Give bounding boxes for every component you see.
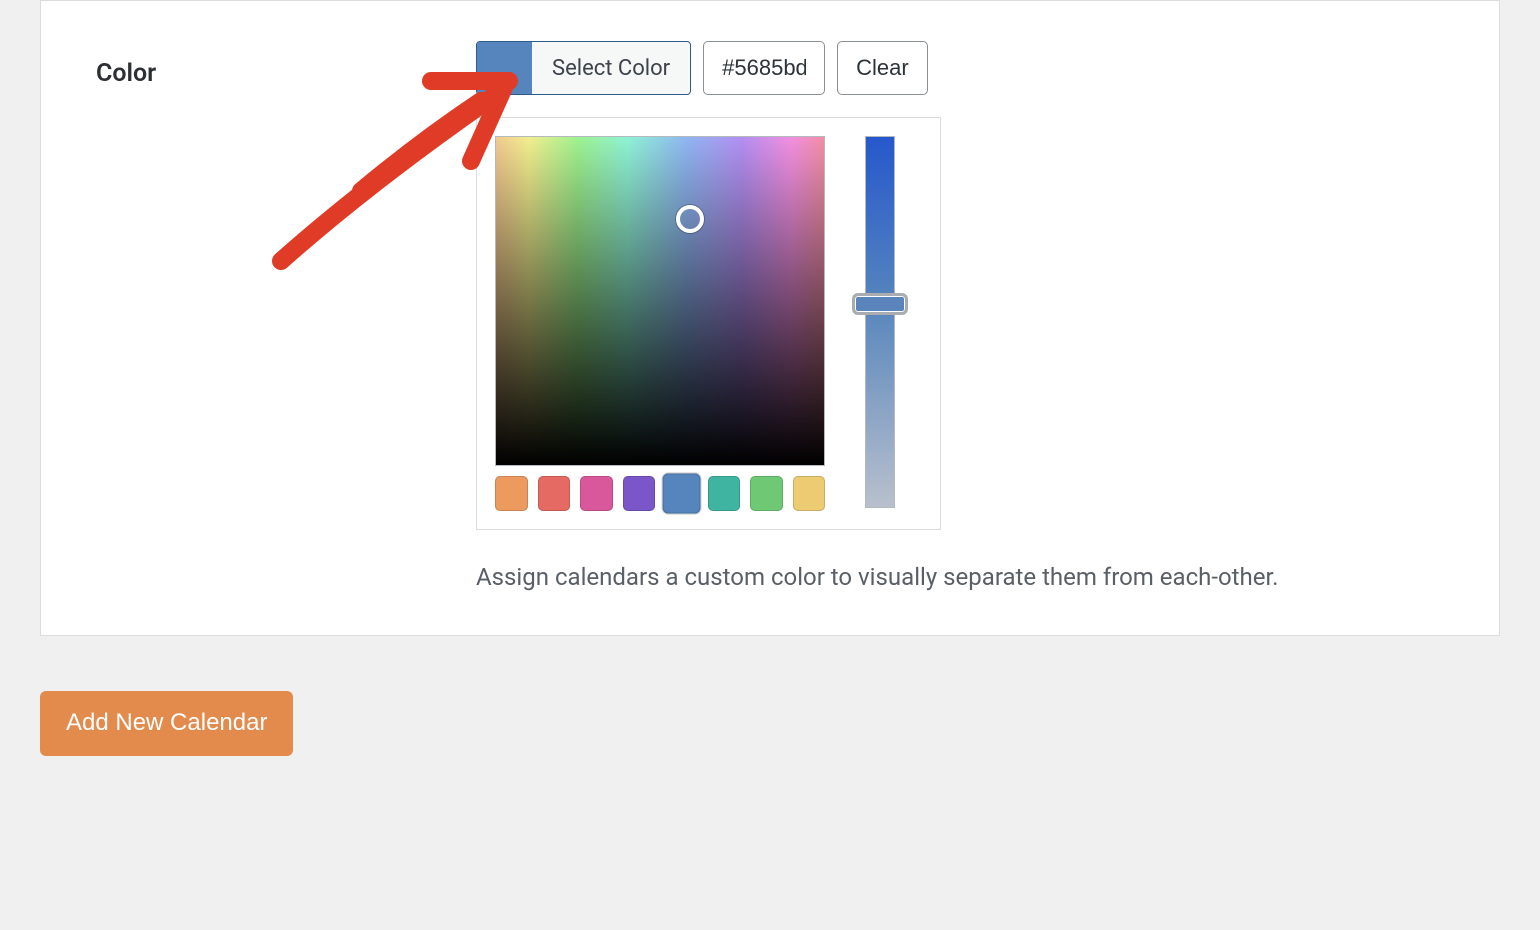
palette-swatch-1[interactable] [538,476,571,511]
color-field-panel: Color Select Color Clear [40,0,1500,636]
palette-swatch-2[interactable] [580,476,613,511]
palette-swatch-5[interactable] [708,476,741,511]
select-color-button[interactable]: Select Color [476,41,691,95]
color-hex-input[interactable] [703,41,825,95]
clear-color-button[interactable]: Clear [837,41,928,95]
palette-swatch-4[interactable] [663,473,700,513]
palette-swatch-6[interactable] [750,476,783,511]
current-color-swatch [477,42,532,94]
lightness-handle-icon [852,293,908,315]
palette-swatch-7[interactable] [793,476,826,511]
color-field-label: Color [96,41,476,88]
color-field-help-text: Assign calendars a custom color to visua… [476,560,1296,595]
add-new-calendar-button[interactable]: Add New Calendar [40,691,293,756]
color-lightness-slider[interactable] [865,136,895,508]
color-saturation-value-area[interactable] [495,136,825,466]
palette-row [495,476,825,511]
select-color-button-label: Select Color [532,42,690,94]
palette-swatch-3[interactable] [623,476,656,511]
palette-swatch-0[interactable] [495,476,528,511]
color-picker-panel [476,117,941,530]
sv-cursor-icon [676,205,704,233]
